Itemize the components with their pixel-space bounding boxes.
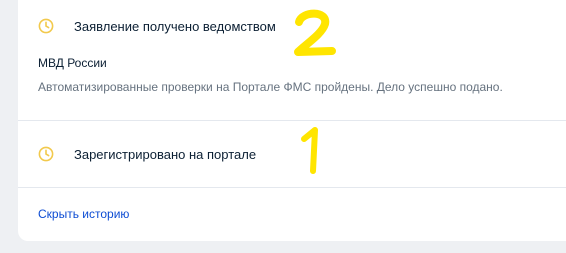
divider bbox=[18, 187, 566, 188]
annotation-number-1 bbox=[301, 127, 318, 174]
event-agency: МВД России bbox=[38, 56, 107, 70]
annotation-number-2 bbox=[294, 9, 336, 56]
event-status: Заявление получено ведомством bbox=[74, 19, 276, 34]
clock-icon bbox=[38, 18, 54, 34]
event-description: Автоматизированные проверки на Портале Ф… bbox=[38, 80, 503, 94]
clock-icon bbox=[38, 146, 54, 162]
history-event-registered: Зарегистрировано на портале bbox=[18, 121, 566, 187]
hide-history-link[interactable]: Скрыть историю bbox=[38, 207, 129, 221]
event-status: Зарегистрировано на портале bbox=[74, 147, 257, 162]
